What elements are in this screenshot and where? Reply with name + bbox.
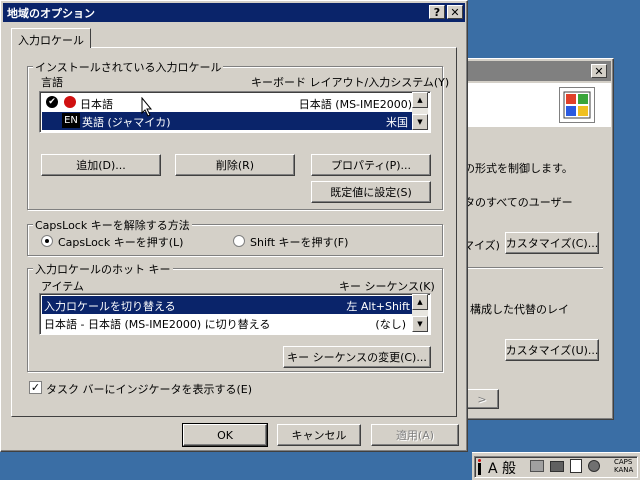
folder-icon[interactable] <box>550 461 564 472</box>
en-badge-icon: EN <box>62 113 80 128</box>
capslock-radio-label[interactable]: CapsLock キーを押す(L) <box>58 234 183 250</box>
help-button[interactable]: ? <box>429 5 445 19</box>
bg-text-2: ータのすべてのユーザー <box>453 196 573 209</box>
bg-divider <box>463 267 603 269</box>
ok-button[interactable]: OK <box>182 423 268 447</box>
hotkey-item: 日本語 - 日本語 (MS-IME2000) に切り替える <box>44 318 271 331</box>
ime-tool-icon[interactable] <box>530 460 544 472</box>
taskbar-tray: A 般 CAPS KANA <box>472 452 640 480</box>
close-button[interactable]: ✕ <box>447 5 463 19</box>
capslock-radio[interactable] <box>41 235 53 247</box>
ime-i-icon[interactable] <box>478 459 482 475</box>
default-check-icon: ✔ <box>46 96 58 108</box>
ime-mode-label[interactable]: A 般 <box>488 458 516 478</box>
dialog-title: 地域のオプション <box>7 6 95 20</box>
capslock-group-label: CapsLock キーを解除する方法 <box>33 217 192 233</box>
document-icon[interactable] <box>570 459 582 473</box>
properties-button[interactable]: プロパティ(P)... <box>311 154 431 176</box>
locale-layout: 米国 <box>386 116 408 129</box>
remove-button[interactable]: 削除(R) <box>175 154 295 176</box>
shift-radio[interactable] <box>233 235 245 247</box>
hotkey-group-label: 入力ロケールのホット キー <box>33 261 173 277</box>
set-default-button[interactable]: 既定値に設定(S) <box>311 181 431 203</box>
locale-list-scrollbar[interactable]: ▲ ▼ <box>412 92 428 130</box>
hotkey-list-scrollbar[interactable]: ▲ ▼ <box>412 294 428 332</box>
add-button[interactable]: 追加(D)... <box>41 154 161 176</box>
hotkey-list[interactable]: 入力ロケールを切り替える 左 Alt+Shift 日本語 - 日本語 (MS-I… <box>39 293 431 335</box>
kana-label: KANA <box>614 466 634 474</box>
settings-icon[interactable] <box>588 460 600 472</box>
ime-red-icon <box>64 96 76 108</box>
bg-text-3: マイズ) <box>463 239 500 252</box>
scroll-down-icon[interactable]: ▼ <box>412 316 428 332</box>
caps-label: CAPS <box>614 458 633 466</box>
list-item[interactable]: EN 英語 (ジャマイカ) 米国 <box>42 112 412 130</box>
bg-text-4: 、構成した代替のレイ <box>459 303 569 316</box>
show-indicator-label[interactable]: タスク バーにインジケータを表示する(E) <box>46 381 252 397</box>
scroll-up-icon[interactable]: ▲ <box>412 92 428 108</box>
bg-text-1: 示の形式を制御します。 <box>453 162 573 175</box>
installed-locales-label: インストールされている入力ロケール <box>33 59 224 75</box>
bg-partial-button[interactable]: > <box>465 389 499 409</box>
locale-language: 英語 (ジャマイカ) <box>82 116 171 129</box>
dialog-titlebar: 地域のオプション <box>3 3 465 22</box>
customize-button-1[interactable]: カスタマイズ(C)... <box>505 232 599 254</box>
tab-label: 入力ロケール <box>18 34 84 47</box>
cancel-button[interactable]: キャンセル <box>277 424 361 446</box>
scroll-up-icon[interactable]: ▲ <box>412 294 428 310</box>
change-key-sequence-button[interactable]: キー シーケンスの変更(C)... <box>283 346 431 368</box>
locale-layout: 日本語 (MS-IME2000) <box>298 98 412 111</box>
hotkey-sequence: (なし) <box>375 318 406 331</box>
windows-logo-icon <box>559 87 595 123</box>
locale-language: 日本語 <box>80 98 113 111</box>
customize-button-2[interactable]: カスタマイズ(U)... <box>505 339 599 361</box>
scroll-down-icon[interactable]: ▼ <box>412 114 428 130</box>
tab-input-locales[interactable]: 入力ロケール <box>11 28 91 48</box>
regional-options-dialog: 地域のオプション ? ✕ 入力ロケール インストールされている入力ロケール 言語… <box>0 0 468 452</box>
show-indicator-checkbox[interactable]: ✓ <box>29 381 42 394</box>
table-row[interactable]: 日本語 - 日本語 (MS-IME2000) に切り替える (なし) <box>42 314 412 332</box>
list-item[interactable]: ✔ 日本語 日本語 (MS-IME2000) <box>42 94 412 112</box>
background-close-button[interactable]: ✕ <box>591 64 607 78</box>
apply-button[interactable]: 適用(A) <box>371 424 459 446</box>
hotkey-sequence: 左 Alt+Shift <box>346 300 410 313</box>
column-language: 言語 <box>41 76 63 89</box>
column-keyboard-layout: キーボード レイアウト/入力システム(Y) <box>251 76 450 89</box>
background-window-titlebar <box>443 61 611 81</box>
locale-list[interactable]: ✔ 日本語 日本語 (MS-IME2000) EN 英語 (ジャマイカ) 米国 … <box>39 91 431 133</box>
caps-kana-indicator: CAPS KANA <box>614 458 633 474</box>
shift-radio-label[interactable]: Shift キーを押す(F) <box>250 234 348 250</box>
hotkey-item: 入力ロケールを切り替える <box>44 300 176 313</box>
table-row[interactable]: 入力ロケールを切り替える 左 Alt+Shift <box>42 296 412 314</box>
mouse-cursor-icon <box>141 97 153 117</box>
column-item: アイテム <box>41 280 84 293</box>
column-key-sequence: キー シーケンス(K) <box>339 280 435 293</box>
